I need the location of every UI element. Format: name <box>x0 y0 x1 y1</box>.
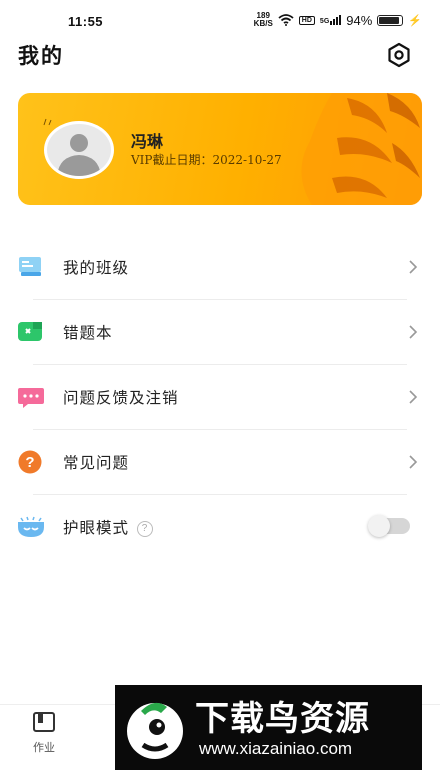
watermark-banner: 下载鸟资源 www.xiazainiao.com <box>115 685 422 770</box>
chevron-right-icon <box>409 390 418 404</box>
notebook-icon <box>18 322 42 341</box>
settings-button[interactable] <box>386 42 412 68</box>
faq-icon: ? <box>18 450 42 474</box>
wifi-icon <box>278 14 294 26</box>
net-speed: 189 KB/S <box>253 11 273 28</box>
vip-expiry: VIP截止日期：2022-10-27 <box>131 151 282 168</box>
menu-list: 我的班级 错题本 问题反馈及注销 ? 常见问题 护眼模式 ? <box>0 235 440 560</box>
profile-card[interactable]: 冯琳 VIP截止日期：2022-10-27 <box>18 93 422 205</box>
battery-percent: 94% <box>346 12 373 28</box>
user-name: 冯琳 <box>131 132 164 151</box>
chevron-right-icon <box>409 260 418 274</box>
settings-icon <box>388 42 410 68</box>
tiger-decoration-icon <box>301 93 422 205</box>
feedback-icon <box>18 388 44 408</box>
watermark-title: 下载鸟资源 <box>195 699 370 739</box>
chevron-right-icon <box>409 325 418 339</box>
menu-item-wrong-questions[interactable]: 错题本 <box>0 300 440 365</box>
menu-item-label: 常见问题 <box>63 454 130 472</box>
tab-label: 作业 <box>33 741 55 754</box>
menu-item-label: 问题反馈及注销 <box>63 389 179 407</box>
charging-icon: ⚡ <box>408 14 422 27</box>
page-title: 我的 <box>18 43 64 68</box>
chevron-right-icon <box>409 455 418 469</box>
user-silhouette-icon <box>57 134 101 176</box>
tab-homework[interactable]: 作业 <box>24 711 64 755</box>
help-icon[interactable]: ? <box>137 521 154 537</box>
menu-item-faq[interactable]: ? 常见问题 <box>0 430 440 495</box>
eye-mode-toggle[interactable] <box>368 515 410 537</box>
menu-item-label: 我的班级 <box>63 259 130 277</box>
homework-icon <box>33 712 55 732</box>
signal-icon: 5G <box>320 15 342 25</box>
status-bar: 11:55 189 KB/S HD 5G 94% ⚡ <box>0 0 440 40</box>
eye-protection-icon <box>18 516 44 537</box>
class-icon <box>19 257 41 276</box>
avatar[interactable] <box>44 121 114 179</box>
vip-date: 2022-10-27 <box>212 153 282 167</box>
menu-item-feedback[interactable]: 问题反馈及注销 <box>0 365 440 430</box>
menu-item-eye-mode: 护眼模式? <box>0 495 440 560</box>
battery-icon <box>377 14 404 26</box>
svg-text:?: ? <box>25 454 34 471</box>
menu-item-my-class[interactable]: 我的班级 <box>0 235 440 300</box>
watermark-url: www.xiazainiao.com <box>199 739 353 758</box>
menu-item-label: 护眼模式 <box>63 519 130 537</box>
vip-label: VIP截止日期： <box>131 153 213 167</box>
hd-badge: HD <box>298 15 315 25</box>
menu-item-label: 错题本 <box>63 324 113 342</box>
bird-logo-icon <box>127 702 183 759</box>
toggle-knob <box>368 515 390 537</box>
status-time: 11:55 <box>68 14 104 29</box>
